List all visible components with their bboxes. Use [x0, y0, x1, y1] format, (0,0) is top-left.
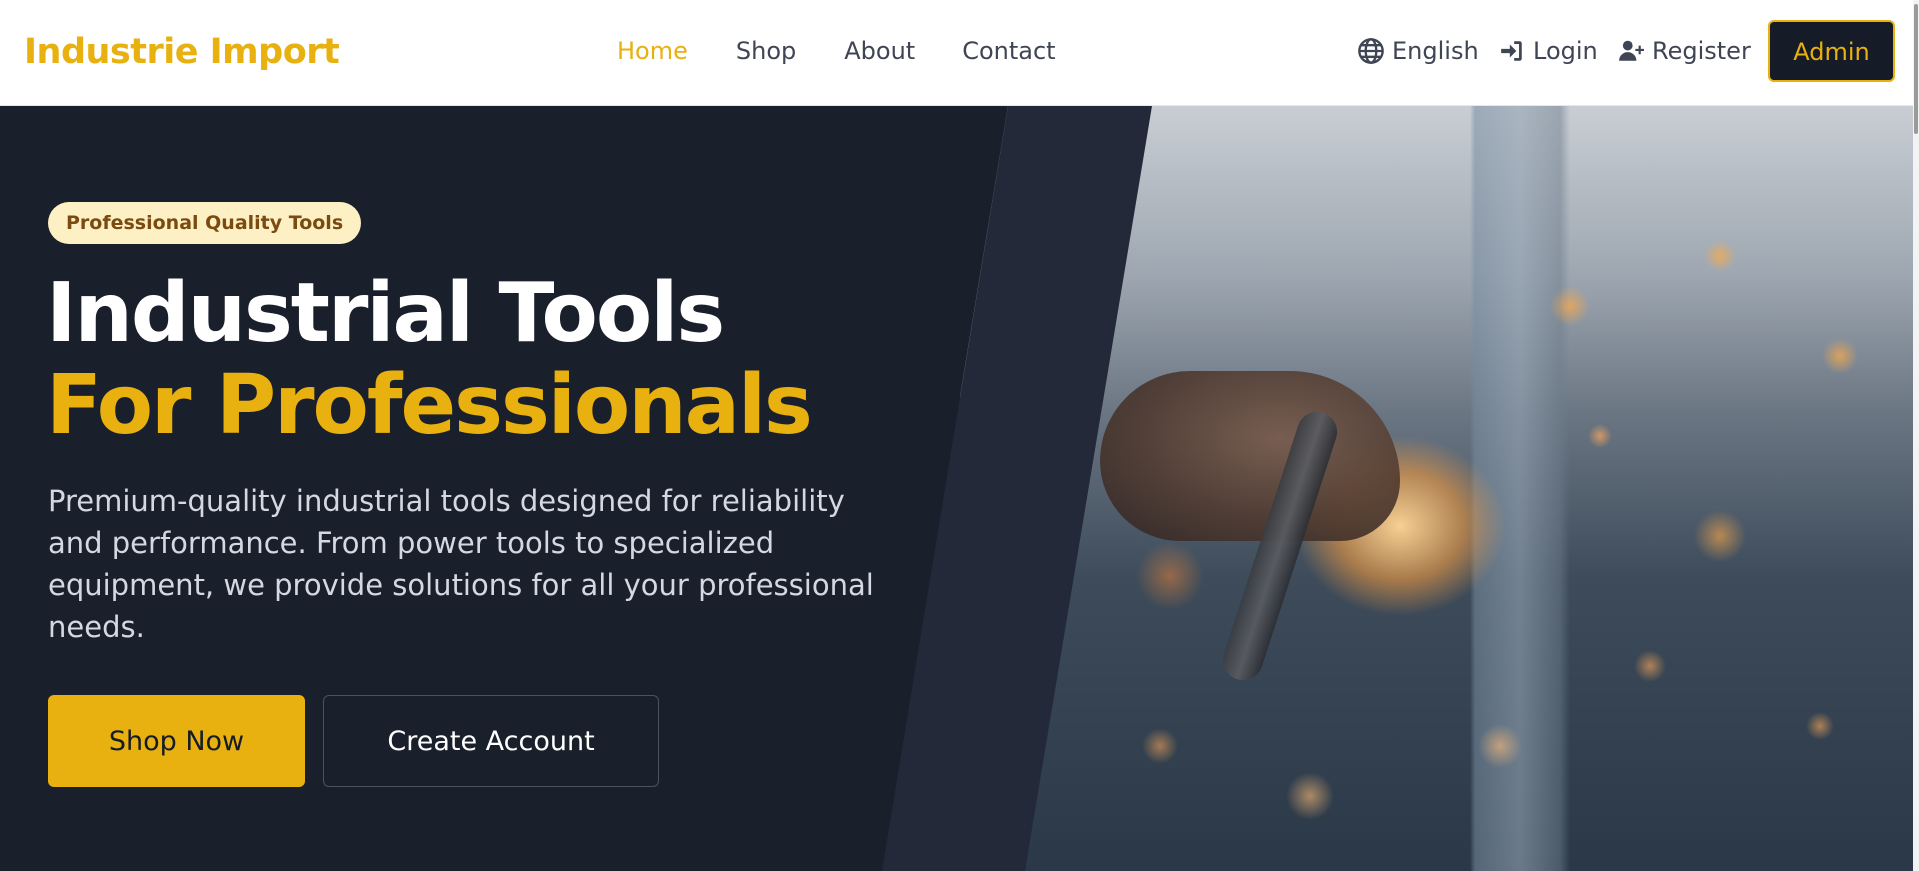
login-link[interactable]: Login: [1497, 34, 1598, 68]
language-selector[interactable]: English: [1356, 34, 1479, 68]
welding-sparks-photo: [960, 106, 1919, 871]
hero-badge: Professional Quality Tools: [48, 202, 362, 244]
nav-about[interactable]: About: [844, 34, 915, 68]
user-plus-icon: [1616, 36, 1646, 66]
register-link[interactable]: Register: [1616, 34, 1751, 68]
nav-home[interactable]: Home: [617, 34, 688, 68]
create-account-button[interactable]: Create Account: [323, 695, 659, 787]
gloved-hand: [1100, 371, 1400, 541]
register-label: Register: [1652, 37, 1751, 65]
language-label: English: [1392, 37, 1479, 65]
scrollbar-thumb[interactable]: [1914, 4, 1918, 134]
admin-button[interactable]: Admin: [1768, 20, 1895, 82]
nav-shop[interactable]: Shop: [736, 34, 796, 68]
hero-description: Premium-quality industrial tools designe…: [48, 484, 874, 644]
hero-title-line2: For Professionals: [46, 358, 813, 453]
site-header: Industrie Import Home Shop About Contact…: [0, 0, 1919, 106]
main-nav: Home Shop About Contact: [617, 34, 1056, 68]
shop-now-button[interactable]: Shop Now: [48, 695, 305, 787]
brand-logo[interactable]: Industrie Import: [24, 28, 340, 76]
login-label: Login: [1533, 37, 1598, 65]
hero-section: Professional Quality Tools Industrial To…: [0, 106, 1919, 871]
sign-in-icon: [1497, 36, 1527, 66]
globe-icon: [1356, 36, 1386, 66]
hero-title-line1: Industrial Tools: [46, 266, 725, 361]
nav-contact[interactable]: Contact: [962, 34, 1055, 68]
page-scrollbar[interactable]: [1913, 0, 1919, 871]
